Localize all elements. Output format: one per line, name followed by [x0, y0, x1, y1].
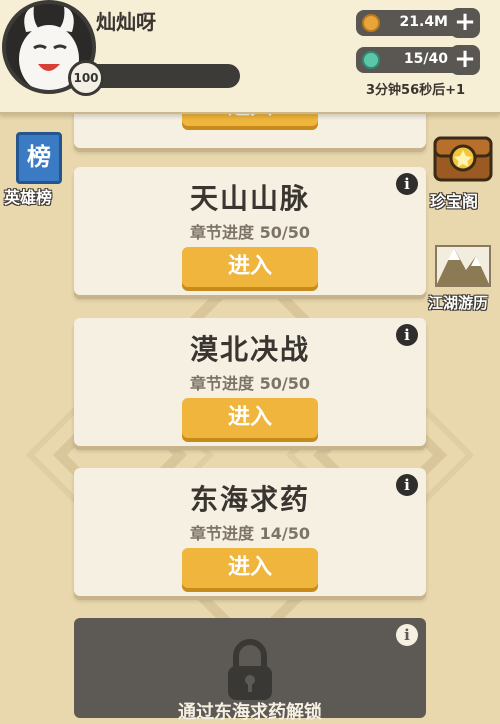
stage-card: 漠北决战 章节进度 50/50 进入 i — [74, 318, 426, 446]
stage-card: 天山山脉 章节进度 50/50 进入 i — [74, 167, 426, 295]
gold-coin-icon — [362, 14, 380, 32]
stage-title: 天山山脉 — [189, 182, 310, 215]
info-icon[interactable]: i — [396, 324, 418, 346]
energy-regen-timer: 3分钟56秒后+1 — [366, 83, 466, 98]
energy-amount: 15/40 — [403, 51, 448, 67]
energy-resource: 15/40 — [356, 47, 464, 73]
jianghu-travel-label: 江湖游历 — [428, 294, 489, 312]
treasure-pavilion-label: 珍宝阁 — [430, 192, 479, 211]
chapter-progress: 章节进度 50/50 — [190, 223, 310, 242]
stage-card: 东海求药 章节进度 14/50 进入 i — [74, 468, 426, 596]
stage-title: 漠北决战 — [189, 333, 310, 366]
enter-button[interactable]: 进入 — [182, 247, 318, 287]
locked-stage-card[interactable]: i 通过东海求药解锁 — [74, 618, 426, 723]
experience-bar — [86, 64, 240, 88]
lock-icon — [228, 639, 272, 700]
hero-ranking-button[interactable]: 榜 英雄榜 — [4, 132, 72, 212]
jianghu-travel-button[interactable]: 江湖游历 — [428, 234, 500, 316]
player-level-badge: 100 — [68, 60, 104, 96]
gold-resource: 21.4M — [356, 10, 464, 36]
info-icon[interactable]: i — [396, 474, 418, 496]
energy-gem-icon — [362, 51, 380, 69]
chapter-progress: 章节进度 14/50 — [190, 524, 310, 543]
top-status-bar: 100 灿灿呀 21.4M + 15/40 + 3分钟56秒后+1 — [0, 0, 500, 114]
player-name: 灿灿呀 — [96, 10, 156, 34]
gold-amount: 21.4M — [399, 14, 448, 30]
ranking-banner-icon: 榜 — [16, 132, 62, 184]
treasure-pavilion-button[interactable]: 珍宝阁 — [428, 130, 500, 212]
chapter-progress: 章节进度 50/50 — [190, 374, 310, 393]
add-energy-button[interactable]: + — [450, 45, 480, 75]
info-icon[interactable]: i — [396, 624, 418, 646]
mountain-travel-icon — [435, 245, 491, 287]
add-gold-button[interactable]: + — [450, 8, 480, 38]
enter-button[interactable]: 进入 — [182, 548, 318, 588]
enter-button[interactable]: 进入 — [182, 398, 318, 438]
unlock-requirement-text: 通过东海求药解锁 — [178, 702, 322, 723]
treasure-chest-icon — [433, 136, 493, 182]
hero-ranking-label: 英雄榜 — [4, 188, 53, 207]
info-icon[interactable]: i — [396, 173, 418, 195]
stage-title: 东海求药 — [189, 483, 310, 516]
